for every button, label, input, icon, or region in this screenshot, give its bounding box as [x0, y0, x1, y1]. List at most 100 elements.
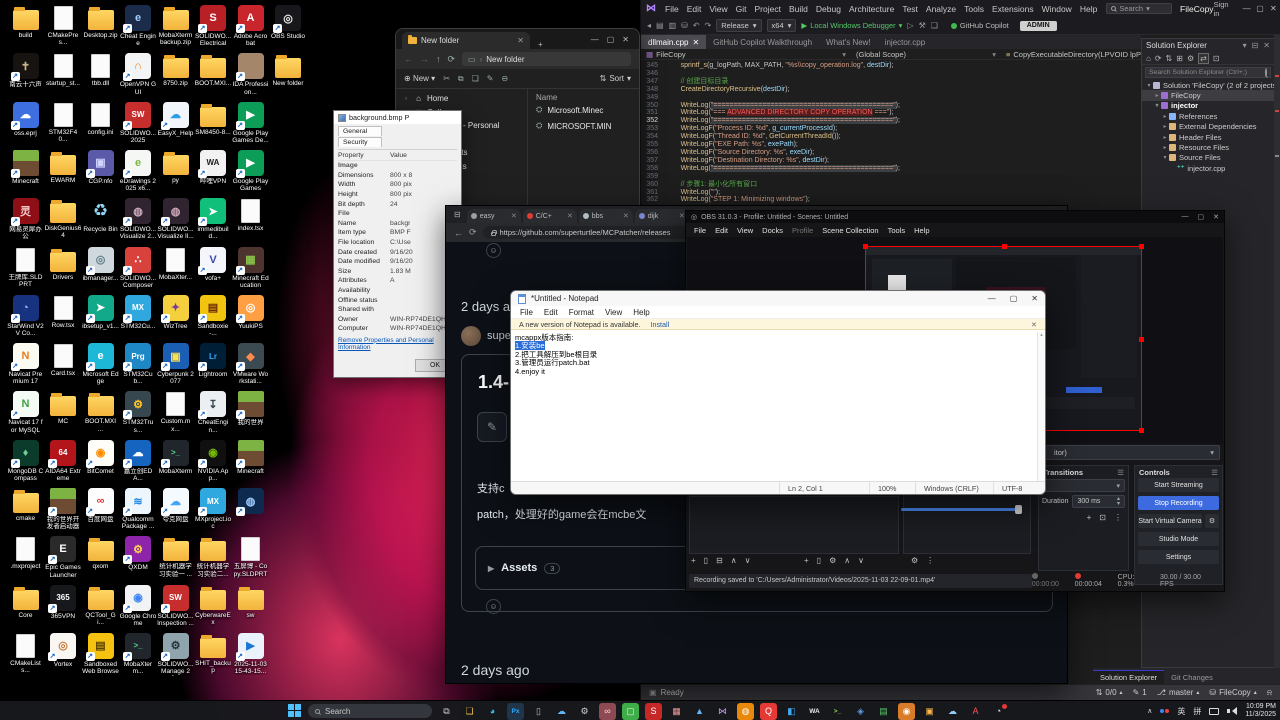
breadcrumb-scope[interactable]: (Global Scope) ▾ — [851, 50, 1001, 59]
dialog-tab[interactable]: General — [338, 126, 382, 136]
preview-icon[interactable]: ⊡ — [1213, 54, 1220, 63]
desktop-icon[interactable]: CMakePres... — [45, 5, 82, 46]
desktop-icon[interactable]: ↗ Minecraft — [232, 439, 269, 475]
virtual-camera-settings-icon[interactable]: ⚙ — [1205, 514, 1219, 528]
desktop-icon[interactable]: ≋ ↗ Qualcomm Package ... — [120, 488, 157, 530]
maximize-icon[interactable]: ▢ — [1253, 4, 1266, 13]
remove-icon[interactable]: ▯ — [817, 556, 821, 565]
desktop-icon[interactable]: ◉ ↗ NVIDIA App... — [195, 439, 232, 482]
taskbar-icon-qq[interactable]: Q — [760, 702, 777, 720]
solution-tree-item[interactable]: ▸ References — [1142, 111, 1274, 121]
solution-search-input[interactable]: Search Solution Explorer (Ctrl+;) — [1145, 67, 1271, 78]
release-author[interactable]: supe — [461, 326, 511, 346]
taskbar-icon-notepad-green[interactable]: ▤ — [875, 703, 892, 720]
remove-icon[interactable]: ▯ — [704, 556, 708, 565]
encoding[interactable]: UTF-8 — [993, 482, 1045, 494]
bookmark-icon[interactable]: ❏ — [931, 21, 938, 30]
desktop-icon[interactable]: ⚙↗SOLIDWO... Manage 20... — [157, 632, 194, 676]
desktop-icon[interactable]: ✝ ↗ 南云十六声 — [7, 53, 44, 88]
desktop-icon[interactable]: ◔ ↗ StarWind V2V Co... — [7, 294, 44, 337]
obs-menu-item[interactable]: Edit — [715, 226, 728, 235]
close-tab-icon[interactable]: ✕ — [567, 212, 573, 220]
notepad-menu-item[interactable]: File — [520, 308, 533, 317]
desktop-icon[interactable]: MobaXterm backup.zip — [157, 5, 194, 46]
desktop-icon[interactable]: ▶ ↗ Google Play Games — [232, 149, 269, 192]
refresh-icon[interactable]: ⟳ — [469, 227, 477, 238]
desktop-icon[interactable]: ▤↗Sandboxed Web Browser — [82, 632, 119, 676]
desktop-icon[interactable]: ⚙ ↗ QXDM — [120, 536, 157, 571]
cast-icon[interactable] — [1209, 707, 1220, 715]
close-icon[interactable]: ✕ — [1031, 294, 1038, 303]
desktop-icon[interactable]: MX ↗ STM32Cu... — [120, 294, 157, 330]
desktop-icon[interactable]: ▶ ↗ Google Play Games De... — [232, 101, 269, 144]
more-icon[interactable]: ⋮ — [1114, 513, 1122, 522]
filters-icon[interactable]: ⊟ — [716, 556, 723, 565]
obs-menu-item[interactable]: Help — [914, 226, 929, 235]
taskbar-icon-edge[interactable]: ◕ — [484, 703, 501, 720]
minimize-icon[interactable]: — — [988, 294, 996, 303]
close-banner-icon[interactable]: ✕ — [1031, 320, 1037, 329]
taskbar-icon-vscode[interactable]: ◧ — [783, 703, 800, 720]
sidebar-item[interactable]: › ⌂ Home — [396, 92, 527, 106]
dropdown-icon[interactable]: ▾ — [1243, 41, 1247, 50]
ime-language[interactable]: 英 — [1177, 706, 1185, 717]
solution-tree-item[interactable]: ▸ Resource Files — [1142, 142, 1274, 152]
save-icon[interactable]: ⛁ — [681, 21, 688, 30]
release-title[interactable]: 1.4- — [478, 372, 509, 393]
desktop-icon[interactable]: Custom.mx... — [157, 391, 194, 433]
copy-icon[interactable]: ⧉ — [458, 74, 464, 84]
redo-icon[interactable]: ↷ — [705, 21, 712, 30]
maximize-icon[interactable]: ▢ — [1010, 294, 1018, 303]
desktop-icon[interactable]: ↗ Minecraft — [7, 149, 44, 185]
desktop-icon[interactable]: ▤ ↗ Sandboxie-... — [195, 294, 232, 337]
close-tab-icon[interactable]: ✕ — [692, 38, 699, 47]
tray-expand-icon[interactable]: ∧ — [1147, 707, 1152, 715]
desktop-icon[interactable]: build — [7, 5, 44, 39]
status-item[interactable]: ⍾ — [1267, 688, 1272, 698]
volume-slider[interactable] — [901, 505, 1022, 514]
desktop-icon[interactable]: ▶ ↗ 2025-11-03 15-43-15... — [232, 632, 269, 675]
notepad-scrollbar[interactable]: ▴ — [1037, 332, 1045, 481]
panel-tab[interactable]: Solution Explorer — [1093, 670, 1165, 684]
vs-platform-select[interactable]: x64 ▾ — [766, 19, 797, 32]
browser-tab[interactable]: C/C+ ✕ — [522, 209, 577, 223]
taskbar-icon-photoshop[interactable]: Px — [507, 702, 524, 720]
move-up-icon[interactable]: ∧ — [844, 556, 850, 565]
browser-tab[interactable]: easy ✕ — [466, 209, 521, 223]
paste-icon[interactable]: ❏ — [472, 74, 479, 83]
vs-menu-item[interactable]: Help — [1076, 4, 1101, 14]
refresh-icon[interactable]: ⟳ — [448, 54, 456, 65]
desktop-icon[interactable]: ◎ ↗ ibmanager... — [82, 246, 119, 282]
browser-tab[interactable]: bbs ✕ — [578, 209, 633, 223]
desktop-icon[interactable]: 王牌库.SLDPRT — [7, 247, 44, 288]
move-down-icon[interactable]: ∨ — [745, 556, 751, 565]
taskbar-clock[interactable]: 10:09 PM 11/3/2025 — [1245, 703, 1276, 719]
desktop-icon[interactable]: MobaXter... — [157, 247, 194, 281]
taskbar-search[interactable]: Search — [308, 704, 432, 718]
minimize-icon[interactable]: — — [1240, 4, 1253, 13]
config-icon[interactable]: ⚙ — [911, 556, 918, 565]
desktop-icon[interactable]: BOOT.MXI ... — [82, 391, 119, 433]
editor-scrollbar[interactable] — [1274, 35, 1280, 668]
forward-icon[interactable]: → — [420, 54, 429, 64]
vs-document-tab[interactable]: dllmain.cpp ✕ — [641, 35, 707, 49]
minimize-icon[interactable]: — — [591, 35, 599, 44]
close-tab-icon[interactable]: ✕ — [517, 36, 524, 45]
desktop-icon[interactable]: 统计机器学习实验二... — [195, 536, 232, 578]
cut-icon[interactable]: ✂ — [443, 74, 450, 83]
desktop-icon[interactable]: ◍ ↗ SOLIDWO... Visualize Il... — [157, 198, 194, 240]
desktop-icon[interactable]: Drivers — [45, 247, 82, 281]
vs-menu-item[interactable]: Debug — [812, 4, 845, 14]
maximize-icon[interactable]: ▢ — [607, 35, 615, 44]
vs-config-select[interactable]: Release ▾ — [716, 19, 762, 32]
desktop-icon[interactable]: >_ ↗ MobaXterm... — [120, 632, 157, 675]
code-editor[interactable]: 345 sprintf_s(g_logPath, MAX_PATH, "%s\\… — [641, 60, 1141, 204]
vs-menu-item[interactable]: Build — [785, 4, 812, 14]
desktop-icon[interactable]: CMakeLists... — [7, 633, 44, 674]
taskbar-icon-picture-app[interactable]: ▣ — [921, 703, 938, 720]
up-icon[interactable]: ↑ — [436, 54, 441, 64]
panel-tab[interactable]: Git Changes — [1164, 671, 1220, 684]
desktop-icon[interactable]: 五屏博 - Copy.SLDPRT — [232, 536, 269, 578]
vs-menu-item[interactable]: Analyze — [922, 4, 960, 14]
desktop-icon[interactable]: V ↗ vofa+ — [195, 246, 232, 282]
